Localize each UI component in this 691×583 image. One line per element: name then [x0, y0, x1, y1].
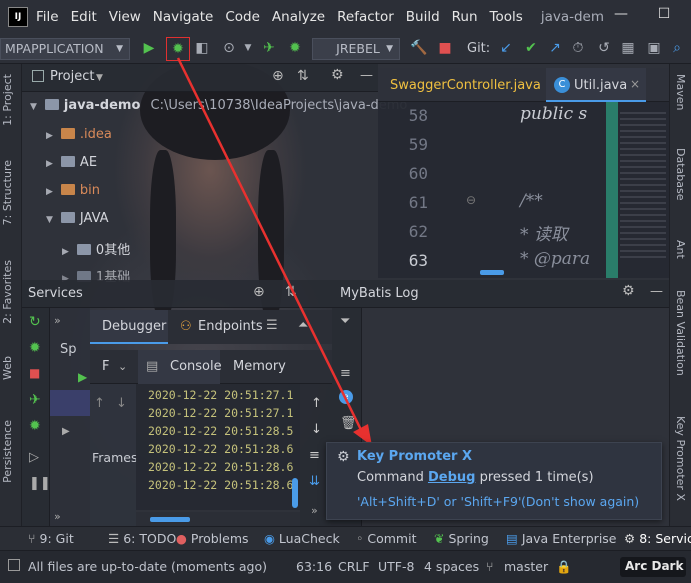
tab-luacheck[interactable]: ◉ LuaCheck: [264, 531, 340, 546]
tab-label: LuaCheck: [278, 531, 340, 546]
tab-git[interactable]: ⑂ 9: Git: [28, 531, 74, 546]
file-encoding[interactable]: UTF-8: [378, 559, 414, 574]
gear-icon: ⚙: [337, 449, 350, 465]
branch-icon: ⑂: [486, 559, 494, 574]
tab-label: 6: TODO: [123, 531, 177, 546]
tab-label: Spring: [448, 531, 489, 546]
git-icon: ⑂: [28, 531, 36, 546]
status-bar: All files are up-to-date (moments ago) 6…: [0, 550, 691, 583]
popup-text-before: Command: [357, 470, 424, 485]
status-message: All files are up-to-date (moments ago): [28, 559, 267, 574]
key-promoter-popup: ⚙ Key Promoter X Command Debug pressed 1…: [326, 442, 662, 520]
popup-shortcuts: 'Alt+Shift+D' or 'Shift+F9': [357, 494, 522, 509]
tab-spring[interactable]: ❦ Spring: [434, 531, 489, 546]
cursor-position[interactable]: 63:16: [296, 559, 332, 574]
annotation-arrow-line: [176, 57, 367, 439]
spring-icon: ❦: [434, 531, 445, 546]
tab-java-enterprise[interactable]: ▤ Java Enterprise: [506, 531, 617, 546]
commit-icon: ◦: [356, 531, 364, 546]
git-branch[interactable]: master: [504, 559, 548, 574]
tab-label: Java Enterprise: [521, 531, 617, 546]
tab-commit[interactable]: ◦ Commit: [356, 531, 416, 546]
theme-switcher[interactable]: Arc Dark: [620, 557, 686, 577]
popup-text-after: pressed 1 time(s): [479, 470, 594, 485]
tab-service[interactable]: ⚙8: Service: [624, 531, 691, 546]
gear-icon: ⚙: [624, 531, 636, 546]
bottom-tool-tabs: ⑂ 9: Git ☰ 6: TODO ● Problems ◉ LuaCheck ◦ Co…: [0, 526, 691, 550]
popup-command-link[interactable]: Debug: [428, 470, 475, 485]
dont-show-again-link[interactable]: (Don't show again): [521, 494, 639, 509]
line-separator[interactable]: CRLF: [338, 559, 370, 574]
tab-label: Problems: [190, 531, 249, 546]
problems-icon: ●: [176, 531, 187, 546]
tab-label: Commit: [367, 531, 417, 546]
tab-label: 9: Git: [39, 531, 74, 546]
panel-toggle-icon[interactable]: [8, 559, 20, 571]
todo-icon: ☰: [108, 531, 120, 546]
popup-title: Key Promoter X: [357, 449, 473, 464]
tab-label: 8: Service: [639, 531, 691, 546]
theme-name: Arc Dark: [625, 559, 684, 573]
indent-setting[interactable]: 4 spaces: [424, 559, 479, 574]
lock-icon[interactable]: 🔒: [556, 559, 572, 575]
tab-problems[interactable]: ● Problems: [176, 531, 249, 546]
tab-todo[interactable]: ☰ 6: TODO: [108, 531, 176, 546]
luacheck-icon: ◉: [264, 531, 275, 546]
java-enterprise-icon: ▤: [506, 531, 518, 546]
popup-message: Command Debug pressed 1 time(s): [357, 470, 594, 485]
